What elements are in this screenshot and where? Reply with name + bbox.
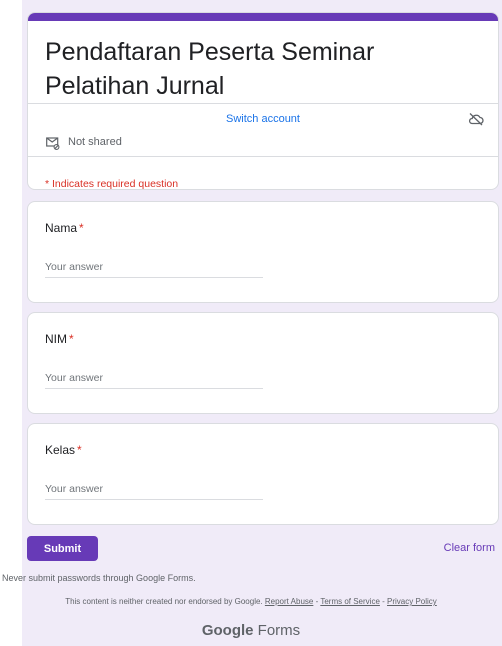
switch-account-link[interactable]: Switch account bbox=[28, 113, 498, 125]
never-submit-warning: Never submit passwords through Google Fo… bbox=[2, 573, 196, 583]
left-white-strip bbox=[0, 0, 22, 646]
submit-button[interactable]: Submit bbox=[27, 536, 98, 561]
clear-form-button[interactable]: Clear form bbox=[444, 542, 495, 554]
required-star: * bbox=[69, 332, 74, 346]
nama-answer-input[interactable] bbox=[45, 261, 263, 278]
question-label: Kelas * bbox=[45, 443, 82, 457]
header-accent-bar bbox=[28, 13, 498, 21]
kelas-answer-input[interactable] bbox=[45, 483, 263, 500]
nim-answer-input[interactable] bbox=[45, 372, 263, 389]
privacy-policy-link[interactable]: Privacy Policy bbox=[387, 597, 437, 606]
mail-not-shared-icon bbox=[46, 137, 60, 150]
required-star: * bbox=[79, 221, 84, 235]
header-divider bbox=[28, 103, 498, 104]
question-card-kelas: Kelas * bbox=[27, 423, 499, 525]
header-divider-2 bbox=[28, 156, 498, 157]
form-title: Pendaftaran Peserta Seminar Pelatihan Ju… bbox=[45, 38, 375, 100]
cloud-off-icon bbox=[468, 113, 484, 126]
report-abuse-link[interactable]: Report Abuse bbox=[265, 597, 313, 606]
footer-disclaimer: This content is neither created nor endo… bbox=[65, 597, 437, 606]
question-label: Nama * bbox=[45, 221, 84, 235]
question-card-nim: NIM * bbox=[27, 312, 499, 414]
question-card-nama: Nama * bbox=[27, 201, 499, 303]
required-star: * bbox=[77, 443, 82, 457]
not-shared-label: Not shared bbox=[68, 136, 122, 148]
required-note: * Indicates required question bbox=[45, 178, 179, 190]
form-header-card: Pendaftaran Peserta Seminar Pelatihan Ju… bbox=[27, 12, 499, 190]
google-forms-logo[interactable]: Google Forms bbox=[0, 622, 502, 639]
question-label: NIM * bbox=[45, 332, 74, 346]
terms-of-service-link[interactable]: Terms of Service bbox=[320, 597, 380, 606]
